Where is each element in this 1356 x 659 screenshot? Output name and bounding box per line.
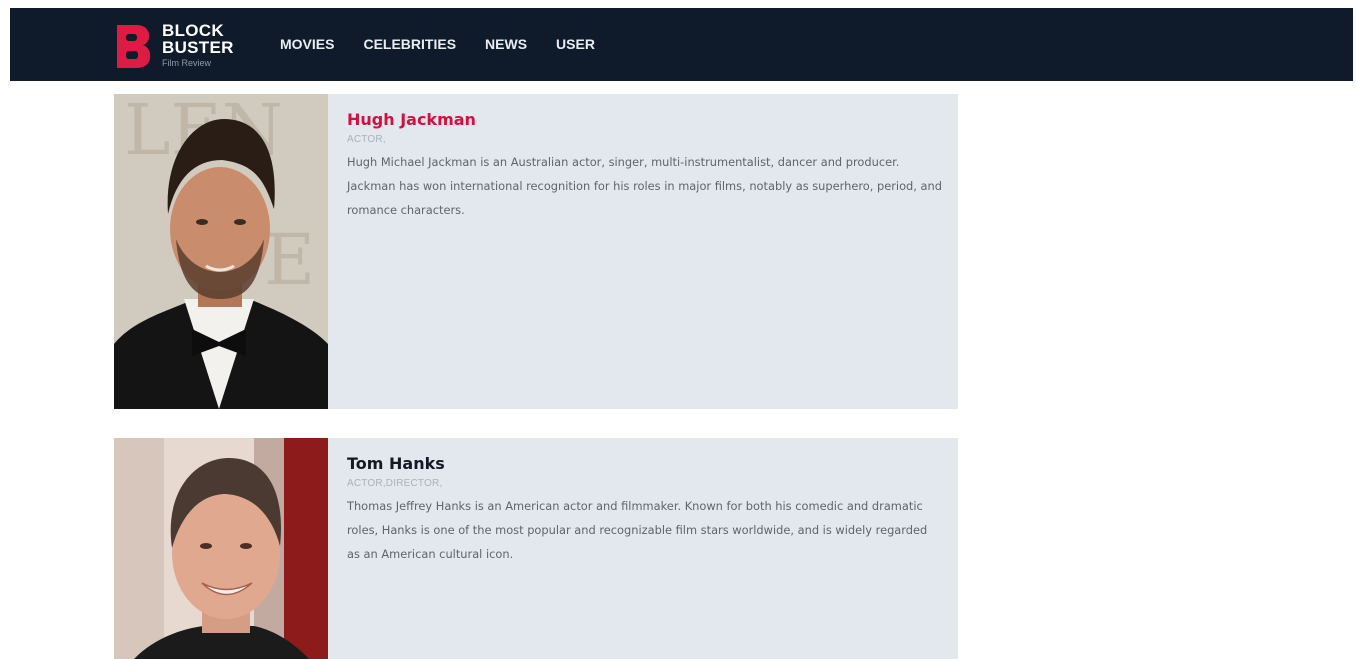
celebrity-bio: Hugh Michael Jackman is an Australian ac… [347,155,942,217]
portrait-image [114,438,328,659]
celebrity-roles: ACTOR, [347,134,386,145]
celebrity-photo[interactable]: LEN E [114,94,328,409]
celebrity-card: LEN E Hugh Jackman ACTOR, Hugh Michael [114,94,958,409]
svg-text:E: E [264,219,315,301]
portrait-image: LEN E [114,94,328,409]
celebrity-card: Tom Hanks ACTOR,DIRECTOR, Thomas Jeffrey… [114,438,958,659]
logo-b-icon [117,25,151,68]
nav-item-user[interactable]: USER [556,34,595,54]
celebrity-name[interactable]: Hugh Jackman [347,108,942,132]
celebrity-photo[interactable] [114,438,328,659]
celebrity-bio: Thomas Jeffrey Hanks is an American acto… [347,499,928,561]
celebrity-name[interactable]: Tom Hanks [347,452,942,476]
main-nav: MOVIES CELEBRITIES NEWS USER [280,34,624,54]
nav-item-movies[interactable]: MOVIES [280,34,334,54]
brand-tagline: Film Review [162,58,212,68]
brand-line-1: BLOCK [162,21,224,40]
brand-name: BLOCK BUSTER [162,22,234,56]
nav-item-news[interactable]: NEWS [485,34,527,54]
celebrity-info: Hugh Jackman ACTOR, Hugh Michael Jackman… [347,108,942,222]
brand-line-2: BUSTER [162,38,234,57]
celebrity-roles: ACTOR,DIRECTOR, [347,478,443,489]
page-top-strip [0,0,1356,8]
nav-item-celebrities[interactable]: CELEBRITIES [363,34,456,54]
navbar: BLOCK BUSTER Film Review MOVIES CELEBRIT… [10,8,1353,81]
celebrity-info: Tom Hanks ACTOR,DIRECTOR, Thomas Jeffrey… [347,452,942,566]
brand-logo[interactable]: BLOCK BUSTER Film Review [114,20,234,74]
